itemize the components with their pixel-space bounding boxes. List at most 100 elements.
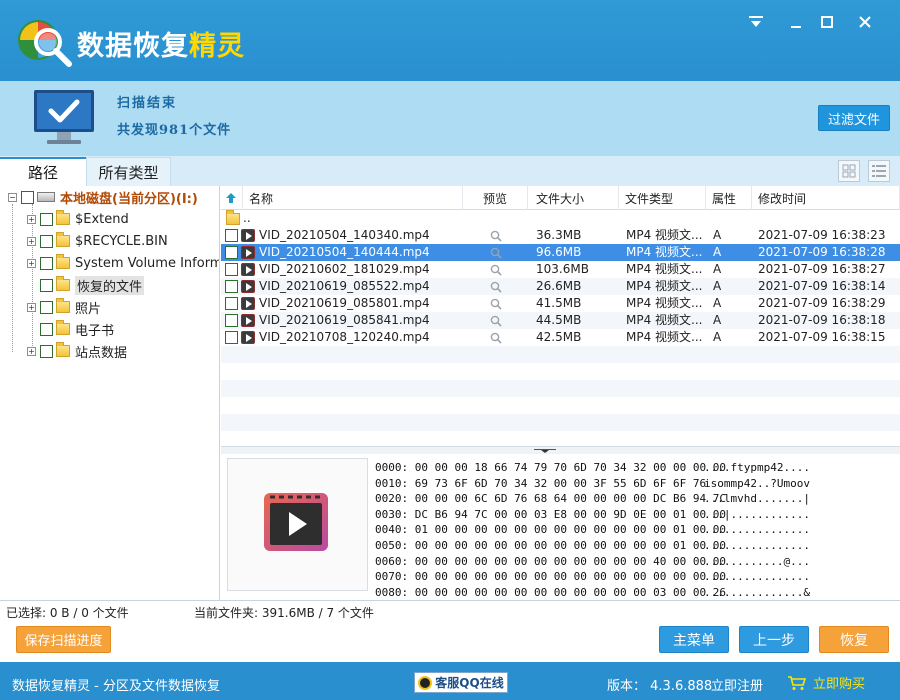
- title-bar: 数据恢复精灵: [0, 0, 900, 81]
- folder-icon: [56, 298, 70, 313]
- file-modified: 2021-07-09 16:38:28: [758, 245, 886, 259]
- parent-folder-label: ..: [243, 211, 251, 225]
- empty-row: [221, 363, 900, 380]
- preview-magnifier-icon[interactable]: [490, 315, 502, 327]
- tab-path[interactable]: 路径: [0, 157, 86, 186]
- tree-item-label: 恢复的文件: [75, 275, 145, 295]
- expand-icon[interactable]: +: [27, 236, 36, 246]
- preview-splitter[interactable]: [221, 446, 900, 454]
- column-header-attr[interactable]: 属性: [706, 186, 752, 210]
- recover-button[interactable]: 恢复: [819, 626, 889, 653]
- file-row[interactable]: VID_20210619_085801.mp4 41.5MB MP4 视频文... A…: [221, 295, 900, 312]
- qq-support-button[interactable]: 客服QQ在线: [414, 672, 508, 693]
- file-attr: A: [713, 228, 722, 242]
- tree-item-recycle-bin[interactable]: + $RECYCLE.BIN: [27, 231, 168, 251]
- buy-now-link[interactable]: 立即购买: [787, 673, 865, 692]
- checkbox[interactable]: [225, 229, 238, 242]
- file-attr: A: [713, 245, 722, 259]
- filter-files-button[interactable]: 过滤文件: [818, 105, 890, 131]
- main-menu-button[interactable]: 主菜单: [659, 626, 729, 653]
- preview-magnifier-icon[interactable]: [490, 298, 502, 310]
- column-header-modified[interactable]: 修改时间: [752, 186, 900, 210]
- hex-line: 0050: 00 00 00 00 00 00 00 00 00 00 00 0…: [375, 538, 726, 552]
- preview-panel: 0000: 00 00 00 18 66 74 79 70 6D 70 34 3…: [221, 454, 900, 600]
- column-header-preview[interactable]: 预览: [463, 186, 528, 210]
- expand-icon[interactable]: +: [27, 258, 36, 268]
- checkbox[interactable]: [225, 280, 238, 293]
- detail-list-view-icon[interactable]: [868, 160, 890, 182]
- checkbox[interactable]: [21, 190, 34, 204]
- checkbox[interactable]: [225, 297, 238, 310]
- tree-item-photos[interactable]: + 照片: [27, 297, 101, 317]
- ascii-line: ................: [704, 523, 810, 537]
- tree-item-system-volume[interactable]: + System Volume Inform: [27, 253, 220, 273]
- preview-magnifier-icon[interactable]: [490, 264, 502, 276]
- preview-magnifier-icon[interactable]: [490, 332, 502, 344]
- ascii-line: ................: [704, 538, 810, 552]
- expand-icon[interactable]: +: [27, 302, 36, 312]
- expand-icon[interactable]: +: [27, 214, 36, 224]
- file-row[interactable]: VID_20210504_140444.mp4 96.6MB MP4 视频文... A…: [221, 244, 900, 261]
- empty-row: [221, 414, 900, 431]
- video-file-icon: [241, 280, 255, 293]
- file-modified: 2021-07-09 16:38:23: [758, 228, 886, 242]
- up-folder-icon[interactable]: [221, 186, 243, 210]
- tree-item-site-data[interactable]: + 站点数据: [27, 341, 127, 361]
- checkbox[interactable]: [40, 344, 53, 358]
- checkbox[interactable]: [225, 263, 238, 276]
- file-size: 103.6MB: [536, 262, 589, 276]
- file-modified: 2021-07-09 16:38:27: [758, 262, 886, 276]
- checkbox[interactable]: [40, 322, 53, 336]
- file-row[interactable]: VID_20210619_085841.mp4 44.5MB MP4 视频文... A…: [221, 312, 900, 329]
- previous-step-button[interactable]: 上一步: [739, 626, 809, 653]
- file-row[interactable]: VID_20210602_181029.mp4 103.6MB MP4 视频文...…: [221, 261, 900, 278]
- tab-all-types[interactable]: 所有类型: [86, 157, 171, 186]
- parent-folder-row[interactable]: ..: [221, 210, 900, 227]
- maximize-icon[interactable]: [815, 10, 839, 34]
- preview-magnifier-icon[interactable]: [490, 247, 502, 259]
- register-link[interactable]: 立即注册: [711, 675, 763, 694]
- folder-icon: [56, 254, 70, 269]
- hex-line: 0060: 00 00 00 00 00 00 00 00 00 00 00 0…: [375, 554, 726, 568]
- folder-tree: − 本地磁盘(当前分区)(I:) + $Extend + $RECYCLE.BI…: [0, 186, 220, 600]
- file-modified: 2021-07-09 16:38:29: [758, 296, 886, 310]
- tree-item-ebooks[interactable]: 电子书: [40, 319, 114, 339]
- file-row[interactable]: VID_20210708_120240.mp4 42.5MB MP4 视频文... A…: [221, 329, 900, 346]
- menu-icon[interactable]: [744, 10, 768, 34]
- checkbox[interactable]: [40, 234, 53, 248]
- file-row[interactable]: VID_20210619_085522.mp4 26.6MB MP4 视频文... A…: [221, 278, 900, 295]
- tree-item-recovered-files[interactable]: 恢复的文件: [40, 275, 145, 295]
- thumbnail-view-icon[interactable]: [838, 160, 860, 182]
- expand-icon[interactable]: +: [27, 346, 36, 356]
- app-title: 数据恢复精灵: [77, 31, 245, 62]
- collapse-arrow-icon[interactable]: [534, 449, 556, 453]
- file-type: MP4 视频文...: [626, 330, 702, 344]
- checkbox[interactable]: [225, 331, 238, 344]
- checkbox[interactable]: [225, 246, 238, 259]
- column-header-size[interactable]: 文件大小: [528, 186, 619, 210]
- file-attr: A: [713, 262, 722, 276]
- column-header-type[interactable]: 文件类型: [619, 186, 706, 210]
- checkbox[interactable]: [225, 314, 238, 327]
- column-header-name[interactable]: 名称: [243, 186, 463, 210]
- file-name: VID_20210602_181029.mp4: [259, 262, 430, 276]
- tree-root-drive[interactable]: − 本地磁盘(当前分区)(I:): [8, 187, 198, 207]
- preview-magnifier-icon[interactable]: [490, 230, 502, 242]
- checkbox[interactable]: [40, 300, 53, 314]
- save-scan-progress-button[interactable]: 保存扫描进度: [16, 626, 111, 653]
- tree-item-extend[interactable]: + $Extend: [27, 209, 129, 229]
- minimize-icon[interactable]: [784, 10, 808, 34]
- checkbox[interactable]: [40, 212, 53, 226]
- file-modified: 2021-07-09 16:38:18: [758, 313, 886, 327]
- file-type: MP4 视频文...: [626, 296, 702, 310]
- checkbox[interactable]: [40, 278, 53, 292]
- collapse-icon[interactable]: −: [8, 192, 17, 202]
- empty-row: [221, 397, 900, 414]
- checkbox[interactable]: [40, 256, 53, 270]
- close-icon[interactable]: [853, 10, 877, 34]
- monitor-check-icon: [34, 90, 94, 144]
- folder-icon: [56, 276, 70, 291]
- preview-magnifier-icon[interactable]: [490, 281, 502, 293]
- tree-item-label: System Volume Inform: [75, 255, 220, 271]
- file-row[interactable]: VID_20210504_140340.mp4 36.3MB MP4 视频文... A…: [221, 227, 900, 244]
